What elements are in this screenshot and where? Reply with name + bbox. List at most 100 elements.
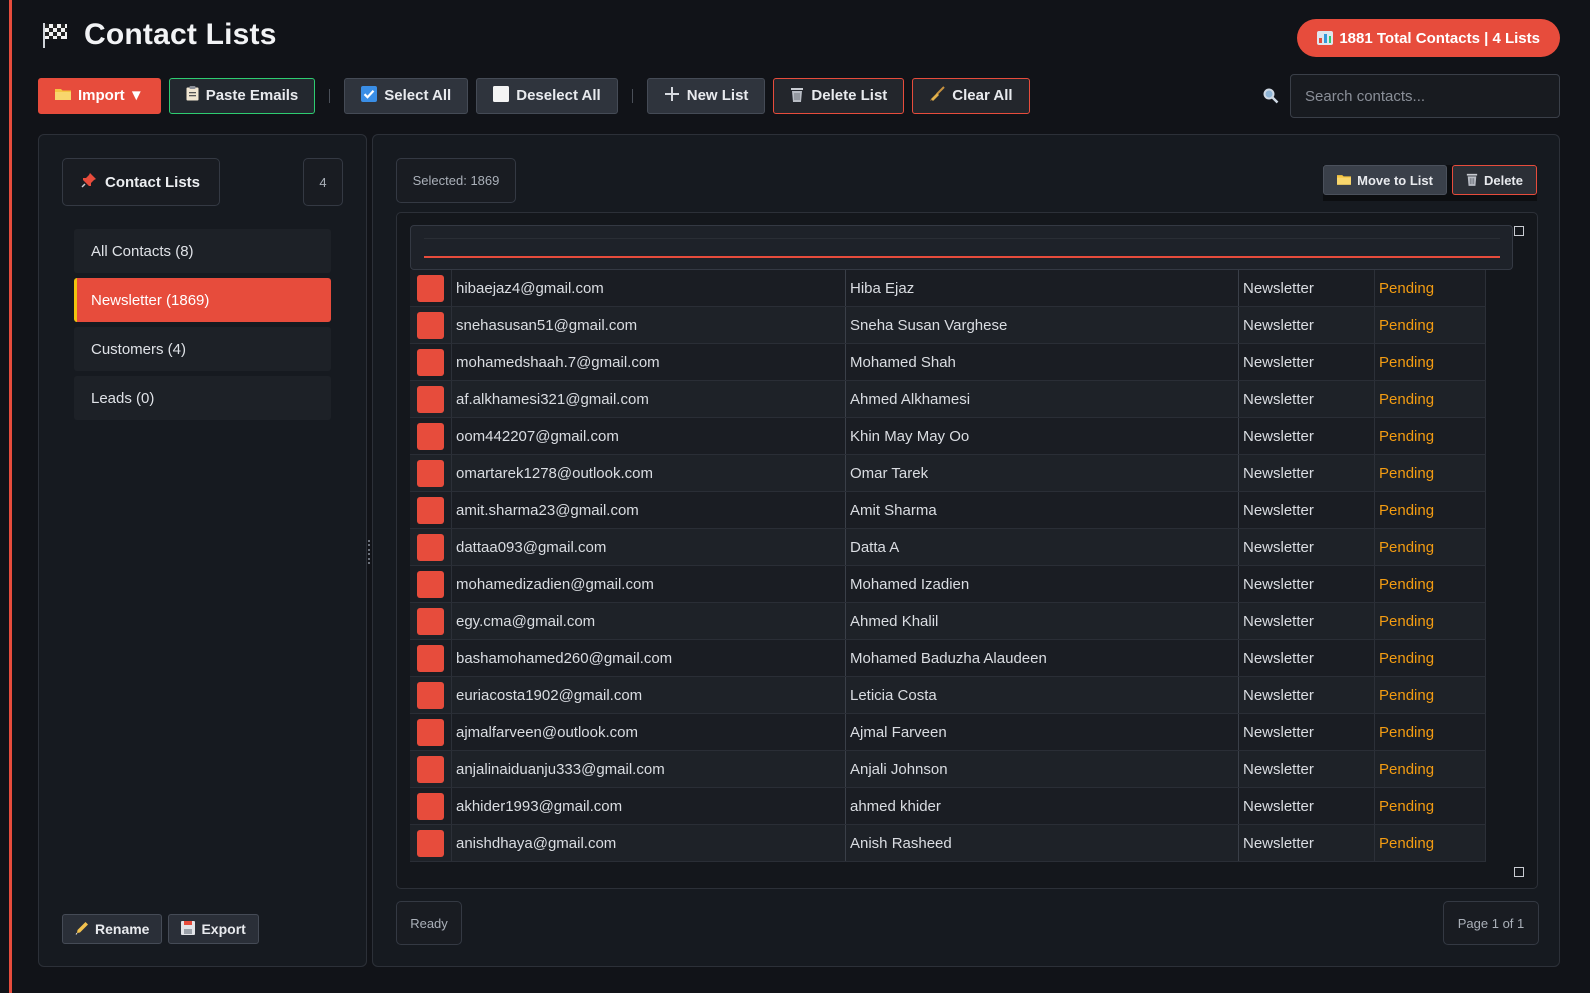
move-to-list-button[interactable]: Move to List [1323, 165, 1447, 195]
deselect-all-button[interactable]: Deselect All [476, 77, 618, 114]
table-row[interactable]: egy.cma@gmail.com Ahmed Khalil Newsletter P… [410, 603, 1486, 640]
row-checkbox[interactable] [417, 348, 444, 376]
list-cell: Newsletter [1239, 455, 1375, 491]
row-checkbox[interactable] [417, 681, 444, 709]
row-checkbox[interactable] [417, 607, 444, 635]
row-checkbox[interactable] [417, 792, 444, 820]
row-checkbox[interactable] [417, 385, 444, 413]
table-row[interactable]: bashamohamed260@gmail.com Mohamed Baduzha… [410, 640, 1486, 677]
row-checkbox[interactable] [417, 274, 444, 302]
row-checkbox[interactable] [417, 644, 444, 672]
status-cell: Pending [1375, 825, 1486, 861]
sidebar-item-all-contacts[interactable]: All Contacts (8) [74, 229, 331, 273]
name-cell: Ahmed Khalil [846, 603, 1239, 639]
import-button[interactable]: Import ▼ [38, 77, 161, 114]
name-cell: Mohamed Baduzha Alaudeen [846, 640, 1239, 676]
table-row[interactable]: hibaejaz4@gmail.com Hiba Ejaz Newsletter Pe… [410, 270, 1486, 307]
trash-icon [1466, 172, 1478, 189]
new-list-button[interactable]: New List [646, 77, 766, 114]
status-cell: Pending [1375, 381, 1486, 417]
email-cell: akhider1993@gmail.com [452, 788, 846, 824]
list-cell: Newsletter [1239, 492, 1375, 528]
row-checkbox[interactable] [417, 422, 444, 450]
delete-list-label: Delete List [811, 87, 888, 104]
new-list-label: New List [686, 87, 749, 104]
list-cell: Newsletter [1239, 418, 1375, 454]
table-row[interactable]: euriacosta1902@gmail.com Leticia Costa New… [410, 677, 1486, 714]
pushpin-icon [81, 172, 97, 192]
table-row[interactable]: amit.sharma23@gmail.com Amit Sharma Newsle… [410, 492, 1486, 529]
paste-emails-button[interactable]: Paste Emails [168, 77, 316, 114]
status-cell: Pending [1375, 418, 1486, 454]
email-cell: omartarek1278@outlook.com [452, 455, 846, 491]
table-row[interactable]: af.alkhamesi321@gmail.com Ahmed Alkhamesi… [410, 381, 1486, 418]
row-checkbox[interactable] [417, 570, 444, 598]
delete-contacts-button[interactable]: Delete [1451, 165, 1537, 195]
table-row[interactable]: omartarek1278@outlook.com Omar Tarek Newsl… [410, 455, 1486, 492]
table-row[interactable]: mohamedshaah.7@gmail.com Mohamed Shah News… [410, 344, 1486, 381]
scrollbar-up[interactable] [1514, 226, 1524, 236]
list-cell: Newsletter [1239, 714, 1375, 750]
name-cell: Mohamed Shah [846, 344, 1239, 380]
name-cell: Leticia Costa [846, 677, 1239, 713]
status-cell: Pending [1375, 603, 1486, 639]
export-button[interactable]: Export [168, 914, 259, 944]
table-row[interactable]: ajmalfarveen@outlook.com Ajmal Farveen New… [410, 714, 1486, 751]
name-cell: Ahmed Alkhamesi [846, 381, 1239, 417]
move-to-list-label: Move to List [1357, 172, 1433, 188]
table-row[interactable]: snehasusan51@gmail.com Sneha Susan Varghe… [410, 307, 1486, 344]
email-cell: oom442207@gmail.com [452, 418, 846, 454]
sidebar-item-leads[interactable]: Leads (0) [74, 376, 331, 420]
select-all-label: Select All [384, 87, 452, 104]
list-cell: Newsletter [1239, 640, 1375, 676]
bar-chart-icon [1317, 31, 1334, 45]
search-input[interactable] [1290, 74, 1560, 118]
name-cell: Omar Tarek [846, 455, 1239, 491]
sidebar-header: Contact Lists [62, 158, 220, 206]
row-checkbox-cell [410, 344, 452, 380]
left-accent-bar [9, 0, 12, 993]
row-checkbox-cell [410, 307, 452, 343]
row-checkbox[interactable] [417, 829, 444, 857]
selected-count: Selected: 1869 [396, 158, 516, 203]
table-row[interactable]: dattaa093@gmail.com Datta A Newsletter Pend… [410, 529, 1486, 566]
row-checkbox[interactable] [417, 533, 444, 561]
import-label: Import ▼ [78, 87, 144, 104]
email-cell: af.alkhamesi321@gmail.com [452, 381, 846, 417]
toolbar: Import ▼ Paste Emails Select All Deselec… [38, 77, 1030, 114]
checked-box-icon [361, 85, 378, 106]
delete-list-button[interactable]: Delete List [773, 77, 905, 114]
contact-list-items: All Contacts (8) Newsletter (1869) Custo… [74, 229, 331, 425]
row-checkbox[interactable] [417, 718, 444, 746]
email-cell: mohamedizadien@gmail.com [452, 566, 846, 602]
lists-sidebar: Contact Lists 4 All Contacts (8) Newslet… [38, 134, 367, 967]
sidebar-footer: Rename Export [62, 914, 259, 944]
sidebar-item-customers[interactable]: Customers (4) [74, 327, 331, 371]
scrollbar-down[interactable] [1514, 867, 1524, 877]
sidebar-item-newsletter[interactable]: Newsletter (1869) [74, 278, 331, 322]
row-checkbox[interactable] [417, 311, 444, 339]
table-row[interactable]: oom442207@gmail.com Khin May May Oo Newsle… [410, 418, 1486, 455]
list-count-badge: 4 [303, 158, 343, 206]
deselect-all-label: Deselect All [516, 87, 601, 104]
list-cell: Newsletter [1239, 603, 1375, 639]
header-divider [424, 238, 1500, 239]
table-row[interactable]: mohamedizadien@gmail.com Mohamed Izadien N… [410, 566, 1486, 603]
page-title: Contact Lists [84, 18, 277, 51]
rename-button[interactable]: Rename [62, 914, 163, 944]
email-cell: dattaa093@gmail.com [452, 529, 846, 565]
list-cell: Newsletter [1239, 677, 1375, 713]
table-row[interactable]: anishdhaya@gmail.com Anish Rasheed Newslet… [410, 825, 1486, 862]
row-checkbox[interactable] [417, 755, 444, 783]
table-row[interactable]: akhider1993@gmail.com ahmed khider Newslet… [410, 788, 1486, 825]
row-checkbox[interactable] [417, 459, 444, 487]
name-cell: Hiba Ejaz [846, 270, 1239, 306]
clear-all-button[interactable]: Clear All [912, 77, 1030, 114]
select-all-button[interactable]: Select All [344, 77, 469, 114]
email-cell: bashamohamed260@gmail.com [452, 640, 846, 676]
name-cell: Mohamed Izadien [846, 566, 1239, 602]
row-checkbox[interactable] [417, 496, 444, 524]
list-cell: Newsletter [1239, 270, 1375, 306]
list-cell: Newsletter [1239, 307, 1375, 343]
table-row[interactable]: anjalinaiduanju333@gmail.com Anjali Johns… [410, 751, 1486, 788]
